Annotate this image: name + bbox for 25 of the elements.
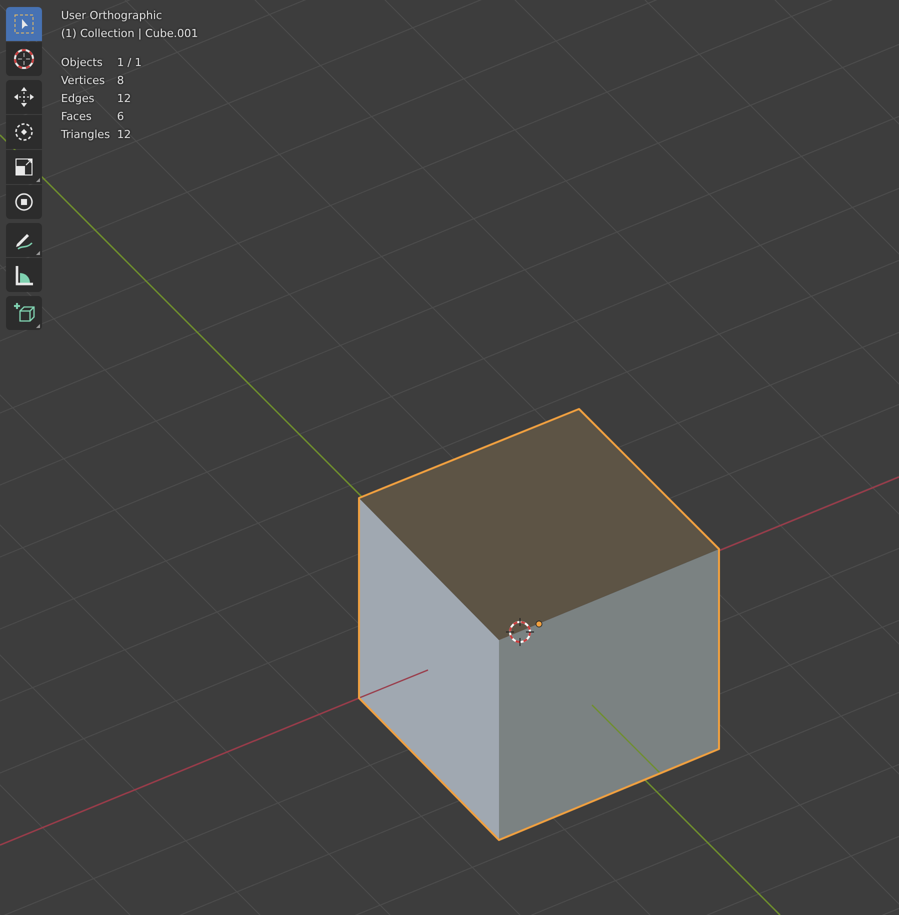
stat-value: 1 / 1 — [117, 55, 143, 71]
3d-cursor-icon — [506, 618, 534, 646]
stat-value: 8 — [117, 73, 125, 89]
origin-dot — [536, 620, 542, 628]
tool-button[interactable] — [6, 185, 42, 219]
stat-label: Triangles — [61, 127, 111, 143]
tool-button[interactable] — [6, 80, 42, 114]
stat-value: 12 — [117, 91, 132, 107]
tool-button[interactable] — [6, 258, 42, 292]
object-context: (1) Collection | Cube.001 — [61, 26, 198, 42]
tool-button[interactable] — [6, 115, 42, 149]
tool-button[interactable] — [6, 42, 42, 76]
stat-label: Edges — [61, 91, 96, 107]
tool-button[interactable] — [6, 296, 42, 330]
stat-label: Objects — [61, 55, 104, 71]
crosshair-icon — [12, 47, 36, 71]
view-name: User Orthographic — [61, 8, 164, 24]
stat-label: Vertices — [61, 73, 106, 89]
move-arrows-icon — [12, 85, 36, 109]
submenu-corner-icon — [36, 324, 40, 328]
stat-label: Faces — [61, 109, 93, 125]
stat-value: 12 — [117, 127, 132, 143]
stat-value: 6 — [117, 109, 125, 125]
tool-button[interactable] — [6, 223, 42, 257]
tool-button[interactable] — [6, 150, 42, 184]
